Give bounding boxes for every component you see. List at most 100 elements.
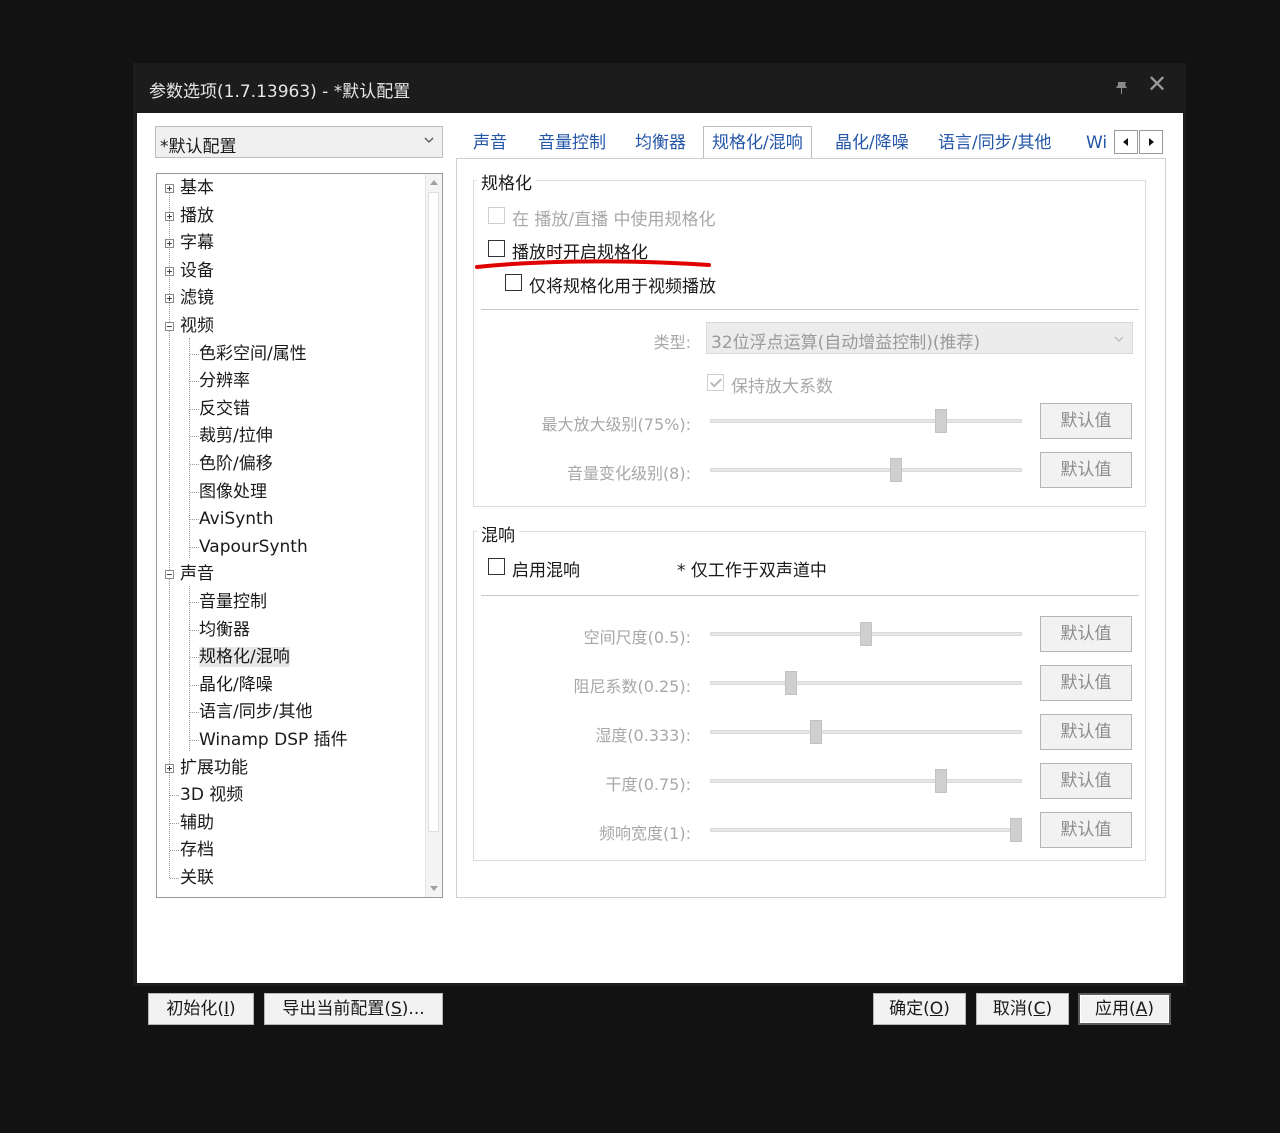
tree-item-label: 播放 bbox=[180, 205, 214, 226]
tree-item[interactable]: 反交错 bbox=[199, 397, 250, 421]
tab-crystalize-denoise[interactable]: 晶化/降噪 bbox=[835, 127, 909, 159]
ok-button[interactable]: 确定(O) bbox=[873, 993, 966, 1025]
ok-button-hotkey: O bbox=[929, 999, 944, 1019]
normalize-video-only-checkbox[interactable] bbox=[505, 274, 522, 291]
keep-gain-checkbox[interactable] bbox=[707, 374, 724, 391]
tab-scroll-right-button[interactable] bbox=[1139, 130, 1163, 154]
tree-scroll-thumb[interactable] bbox=[428, 192, 439, 832]
normalize-video-only-label: 仅将规格化用于视频播放 bbox=[529, 277, 716, 297]
slider-track[interactable] bbox=[710, 419, 1022, 423]
tree-item-label: 规格化/混响 bbox=[199, 647, 290, 668]
enable-reverb-checkbox[interactable] bbox=[488, 558, 505, 575]
tree-guide-line bbox=[190, 353, 199, 355]
tab-volume-control[interactable]: 音量控制 bbox=[538, 127, 606, 159]
tree-item[interactable]: 字幕 bbox=[180, 231, 214, 255]
slider-thumb[interactable] bbox=[785, 671, 797, 695]
separator bbox=[481, 309, 1139, 310]
default-value-button[interactable]: 默认值 bbox=[1040, 616, 1132, 652]
tree-guide-line bbox=[170, 822, 179, 824]
apply-button[interactable]: 应用(A) bbox=[1078, 993, 1171, 1025]
expand-icon[interactable] bbox=[165, 763, 174, 773]
slider-track[interactable] bbox=[710, 681, 1022, 685]
export-config-button[interactable]: 导出当前配置(S)... bbox=[264, 993, 443, 1025]
tree-item[interactable]: 晶化/降噪 bbox=[199, 673, 273, 697]
collapse-icon[interactable] bbox=[165, 570, 174, 580]
tree-item[interactable]: 分辨率 bbox=[199, 369, 250, 393]
tree-guide-line bbox=[189, 586, 190, 751]
tab-sound[interactable]: 声音 bbox=[473, 127, 507, 159]
slider-thumb[interactable] bbox=[935, 769, 947, 793]
tree-item[interactable]: 音量控制 bbox=[199, 590, 267, 614]
default-value-button[interactable]: 默认值 bbox=[1040, 763, 1132, 799]
collapse-icon[interactable] bbox=[165, 322, 174, 331]
tree-item[interactable]: VapourSynth bbox=[199, 535, 308, 559]
scroll-up-icon[interactable] bbox=[430, 180, 438, 185]
tab-equalizer[interactable]: 均衡器 bbox=[635, 127, 686, 159]
slider-track[interactable] bbox=[710, 468, 1022, 472]
expand-icon[interactable] bbox=[165, 211, 174, 221]
tree-item-label: VapourSynth bbox=[199, 536, 308, 557]
normalize-type-select[interactable]: 32位浮点运算(自动增益控制)(推荐) bbox=[706, 322, 1133, 354]
tab-language-sync-other[interactable]: 语言/同步/其他 bbox=[938, 127, 1051, 159]
tree-item[interactable]: 滤镜 bbox=[180, 286, 214, 310]
tree-item[interactable]: 裁剪/拉伸 bbox=[199, 424, 273, 448]
tab-winamp-truncated[interactable]: Wi bbox=[1086, 127, 1114, 159]
slider-track[interactable] bbox=[710, 730, 1022, 734]
tree-item[interactable]: 色阶/偏移 bbox=[199, 452, 273, 476]
tab-scroll-left-button[interactable] bbox=[1114, 130, 1138, 154]
tree-item[interactable]: 存档 bbox=[180, 838, 214, 862]
title-bar[interactable]: 参数选项(1.7.13963) - *默认配置 ✕ bbox=[133, 63, 1186, 113]
tree-item[interactable]: 声音 bbox=[180, 562, 214, 586]
category-tree[interactable]: 基本播放字幕设备滤镜视频色彩空间/属性 分辨率反交错裁剪/拉伸色阶/偏移图像处理 A… bbox=[156, 173, 443, 898]
cancel-button[interactable]: 取消(C) bbox=[976, 993, 1069, 1025]
slider-thumb[interactable] bbox=[935, 409, 947, 433]
tree-item[interactable]: AviSynth bbox=[199, 507, 273, 531]
default-value-button[interactable]: 默认值 bbox=[1040, 665, 1132, 701]
tree-item-label: 扩展功能 bbox=[180, 757, 248, 778]
normalize-group-title: 规格化 bbox=[477, 169, 536, 194]
tree-item[interactable]: 扩展功能 bbox=[180, 756, 248, 780]
tree-item[interactable]: 播放 bbox=[180, 204, 214, 228]
tab-normalize-reverb[interactable]: 规格化/混响 bbox=[703, 126, 812, 160]
profile-select[interactable]: *默认配置 bbox=[155, 126, 443, 158]
tree-item[interactable]: 色彩空间/属性 bbox=[199, 342, 307, 366]
tree-item[interactable]: 3D 视频 bbox=[180, 783, 243, 807]
tree-item[interactable]: 规格化/混响 bbox=[199, 645, 290, 669]
default-value-button[interactable]: 默认值 bbox=[1040, 452, 1132, 488]
normalize-on-play-checkbox[interactable] bbox=[488, 240, 505, 257]
tree-scrollbar[interactable] bbox=[425, 174, 442, 897]
tree-item[interactable]: 图像处理 bbox=[199, 480, 267, 504]
tree-item-label: 图像处理 bbox=[199, 481, 267, 502]
default-value-button[interactable]: 默认值 bbox=[1040, 403, 1132, 439]
expand-icon[interactable] bbox=[165, 184, 174, 193]
slider-thumb[interactable] bbox=[1010, 818, 1022, 842]
expand-icon[interactable] bbox=[165, 266, 174, 276]
tree-item[interactable]: 辅助 bbox=[180, 811, 214, 835]
use-normalize-live-label: 在 播放/直播 中使用规格化 bbox=[512, 210, 716, 230]
default-value-button[interactable]: 默认值 bbox=[1040, 812, 1132, 848]
tree-item[interactable]: 语言/同步/其他 bbox=[199, 700, 312, 724]
slider-thumb[interactable] bbox=[860, 622, 872, 646]
expand-icon[interactable] bbox=[165, 239, 174, 249]
tree-item[interactable]: 视频 bbox=[180, 314, 214, 338]
use-normalize-live-checkbox[interactable] bbox=[488, 207, 505, 224]
default-value-button[interactable]: 默认值 bbox=[1040, 714, 1132, 750]
initialize-button[interactable]: 初始化(I) bbox=[148, 993, 254, 1025]
tree-guide-line bbox=[190, 519, 199, 521]
tree-item[interactable]: Winamp DSP 插件 bbox=[199, 728, 348, 752]
tree-item[interactable]: 基本 bbox=[180, 176, 214, 200]
slider-label: 湿度(0.333): bbox=[595, 726, 691, 745]
slider-thumb[interactable] bbox=[809, 720, 822, 744]
slider-track[interactable] bbox=[710, 779, 1022, 783]
tree-item[interactable]: 关联 bbox=[180, 866, 214, 890]
pin-icon[interactable] bbox=[1111, 77, 1133, 99]
expand-icon[interactable] bbox=[165, 294, 174, 304]
tree-item[interactable]: 均衡器 bbox=[199, 618, 250, 642]
slider-track[interactable] bbox=[710, 828, 1022, 832]
tree-item[interactable]: 设备 bbox=[180, 259, 214, 283]
chevron-down-icon bbox=[424, 137, 434, 143]
scroll-down-icon[interactable] bbox=[430, 886, 438, 891]
close-icon[interactable]: ✕ bbox=[1146, 72, 1168, 96]
tree-item-label: 色彩空间/属性 bbox=[199, 343, 307, 364]
slider-thumb[interactable] bbox=[890, 458, 902, 482]
